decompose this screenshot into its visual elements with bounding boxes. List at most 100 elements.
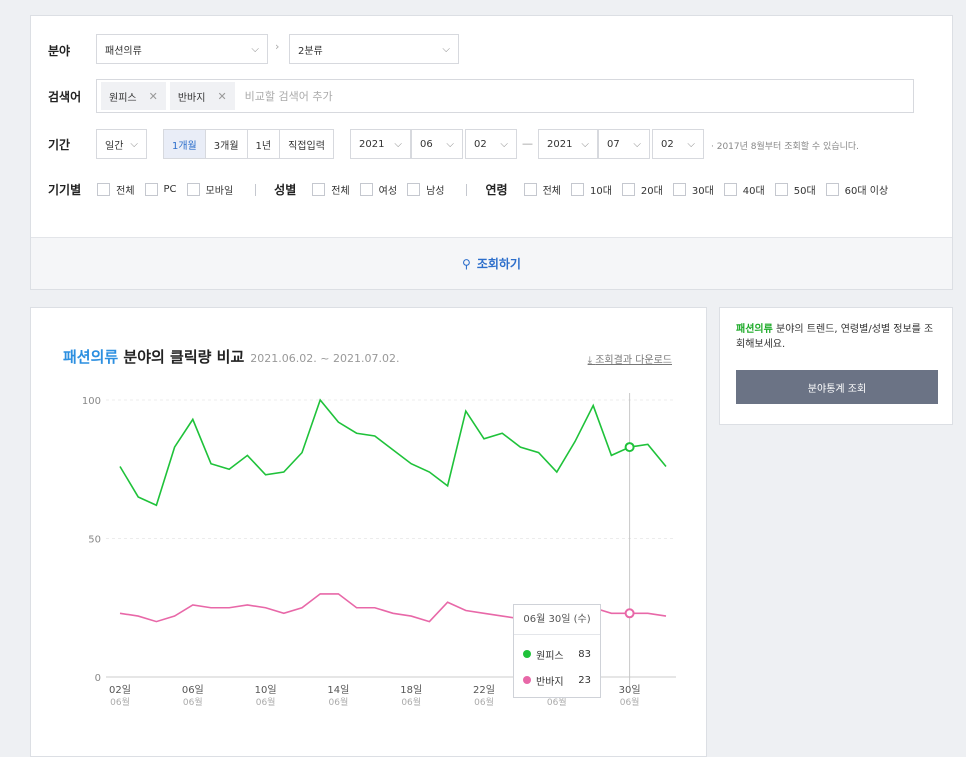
age-60-label: 60대 이상 bbox=[844, 186, 889, 197]
chart-tooltip: 06월 30일 (수) 원피스 83 반바지 23 bbox=[513, 604, 601, 698]
age-label: 연령 bbox=[485, 183, 508, 197]
gender-male-label: 남성 bbox=[426, 186, 445, 197]
category1-value: 패션의류 bbox=[105, 45, 142, 57]
category-label: 분야 bbox=[48, 44, 71, 58]
chart-panel: 패션의류 분야의 클릭량 비교 2021.06.02. ~ 2021.07.02.… bbox=[30, 307, 707, 757]
range-dash: — bbox=[522, 137, 533, 150]
keyword-input-area[interactable]: 원피스 ✕ 반바지 ✕ 비교할 검색어 추가 bbox=[96, 79, 914, 113]
end-month-select[interactable]: 07 ⌵ bbox=[598, 129, 650, 159]
gender-female-label: 여성 bbox=[378, 186, 398, 197]
period-option-3m[interactable]: 3개월 bbox=[205, 130, 248, 158]
age-20-label: 20대 bbox=[640, 186, 663, 197]
start-month-select[interactable]: 06 ⌵ bbox=[411, 129, 463, 159]
keyword-chip-label: 반바지 bbox=[177, 92, 206, 104]
keyword-chip: 반바지 ✕ bbox=[169, 82, 235, 110]
search-button-label: 조회하기 bbox=[476, 257, 521, 271]
legend-dot-icon bbox=[523, 650, 531, 658]
device-label: 기기별 bbox=[48, 183, 82, 197]
tooltip-date: 06월 30일 (수) bbox=[514, 605, 600, 635]
x-tick-label: 18일 bbox=[400, 684, 422, 696]
tooltip-value: 23 bbox=[578, 674, 591, 686]
period-option-1y[interactable]: 1년 bbox=[247, 130, 281, 158]
x-tick-sublabel: 06월 bbox=[110, 696, 130, 708]
chevron-down-icon: ⌵ bbox=[442, 43, 450, 55]
gender-male-checkbox[interactable] bbox=[407, 183, 421, 196]
period-option-custom[interactable]: 직접입력 bbox=[280, 130, 333, 158]
keyword-input[interactable]: 비교할 검색어 추가 bbox=[245, 88, 333, 104]
range-hint: · 2017년 8월부터 조회할 수 있습니다. bbox=[711, 142, 860, 152]
end-day-select[interactable]: 02 ⌵ bbox=[652, 129, 704, 159]
end-year-value: 2021 bbox=[547, 138, 573, 150]
device-mobile-checkbox[interactable] bbox=[186, 183, 200, 196]
x-tick-label: 14일 bbox=[327, 684, 349, 696]
device-pc-checkbox[interactable] bbox=[144, 183, 158, 196]
age-all-checkbox[interactable] bbox=[523, 183, 537, 196]
side-description: 패션의류 분야의 트렌드, 연령별/성별 정보를 조회해보세요. bbox=[736, 322, 942, 352]
category2-value: 2분류 bbox=[298, 45, 323, 57]
start-day-select[interactable]: 02 ⌵ bbox=[465, 129, 517, 159]
series-line-1 bbox=[119, 398, 667, 507]
age-10-checkbox[interactable] bbox=[570, 183, 584, 196]
category-stats-button[interactable]: 분야통계 조회 bbox=[736, 370, 938, 404]
search-icon: ⚲ bbox=[462, 256, 471, 271]
age-30-label: 30대 bbox=[691, 186, 714, 197]
age-all-label: 전체 bbox=[542, 186, 561, 197]
age-40-checkbox[interactable] bbox=[723, 183, 737, 196]
age-50-checkbox[interactable] bbox=[774, 183, 788, 196]
period-option-1m[interactable]: 1개월 bbox=[164, 130, 206, 158]
x-tick-label: 02일 bbox=[109, 684, 131, 696]
x-tick-label: 30일 bbox=[619, 684, 641, 696]
x-tick-sublabel: 06월 bbox=[620, 696, 640, 708]
filter-panel: 분야 패션의류 ⌵ › 2분류 ⌵ 검색어 원피스 ✕ 반바지 ✕ 비교할 검색어 추가… bbox=[30, 15, 953, 290]
age-60-checkbox[interactable] bbox=[825, 183, 839, 196]
tooltip-row: 반바지 23 bbox=[514, 667, 600, 693]
filter-checkbox-row: 기기별 전체 PC 모바일 성별 전체 여성 남성 연령 전체 10대 20대 … bbox=[48, 181, 888, 198]
close-icon[interactable]: ✕ bbox=[217, 90, 226, 103]
age-50-label: 50대 bbox=[793, 186, 816, 197]
y-tick-label: 50 bbox=[88, 535, 101, 546]
line-chart: 05010002일06월06일06월10일06월14일06월18일06월22일0… bbox=[82, 393, 676, 708]
tooltip-value: 83 bbox=[578, 648, 591, 660]
period-unit-value: 일간 bbox=[105, 140, 124, 152]
x-tick-label: 06일 bbox=[182, 684, 204, 696]
category1-select[interactable]: 패션의류 ⌵ bbox=[96, 34, 268, 64]
divider bbox=[255, 183, 257, 196]
start-year-select[interactable]: 2021 ⌵ bbox=[350, 129, 411, 159]
gender-all-checkbox[interactable] bbox=[312, 183, 326, 196]
chevron-down-icon: ⌵ bbox=[500, 138, 508, 150]
x-tick-sublabel: 06월 bbox=[401, 696, 421, 708]
gender-all-label: 전체 bbox=[331, 186, 350, 197]
side-highlight: 패션의류 bbox=[736, 324, 773, 335]
chevron-down-icon: ⌵ bbox=[394, 138, 402, 150]
y-tick-label: 100 bbox=[82, 396, 101, 407]
chevron-down-icon: ⌵ bbox=[687, 138, 695, 150]
device-pc-label: PC bbox=[163, 184, 177, 195]
side-panel: 패션의류 분야의 트렌드, 연령별/성별 정보를 조회해보세요. 분야통계 조회 bbox=[719, 307, 953, 425]
search-button[interactable]: ⚲ 조회하기 bbox=[31, 237, 952, 289]
gender-female-checkbox[interactable] bbox=[359, 183, 373, 196]
start-day-value: 02 bbox=[474, 138, 487, 150]
chevron-down-icon: ⌵ bbox=[581, 138, 589, 150]
series-point-2 bbox=[624, 608, 635, 619]
device-mobile-label: 모바일 bbox=[205, 186, 234, 197]
chevron-down-icon: ⌵ bbox=[446, 138, 454, 150]
series-point-1 bbox=[624, 442, 635, 453]
x-tick-label: 22일 bbox=[473, 684, 495, 696]
chevron-down-icon: ⌵ bbox=[633, 138, 641, 150]
keyword-chip: 원피스 ✕ bbox=[101, 82, 166, 110]
close-icon[interactable]: ✕ bbox=[149, 90, 158, 103]
gender-label: 성별 bbox=[274, 183, 297, 197]
category2-select[interactable]: 2분류 ⌵ bbox=[289, 34, 459, 64]
device-all-checkbox[interactable] bbox=[97, 183, 111, 196]
age-30-checkbox[interactable] bbox=[672, 183, 686, 196]
end-year-select[interactable]: 2021 ⌵ bbox=[538, 129, 598, 159]
end-day-value: 02 bbox=[661, 138, 674, 150]
start-year-value: 2021 bbox=[359, 138, 385, 150]
chevron-down-icon: ⌵ bbox=[130, 138, 138, 150]
age-40-label: 40대 bbox=[742, 186, 765, 197]
tooltip-series-name: 원피스 bbox=[536, 650, 564, 662]
chevron-down-icon: ⌵ bbox=[251, 43, 259, 55]
tooltip-series-name: 반바지 bbox=[536, 676, 564, 688]
period-unit-select[interactable]: 일간 ⌵ bbox=[96, 129, 147, 159]
age-20-checkbox[interactable] bbox=[621, 183, 635, 196]
